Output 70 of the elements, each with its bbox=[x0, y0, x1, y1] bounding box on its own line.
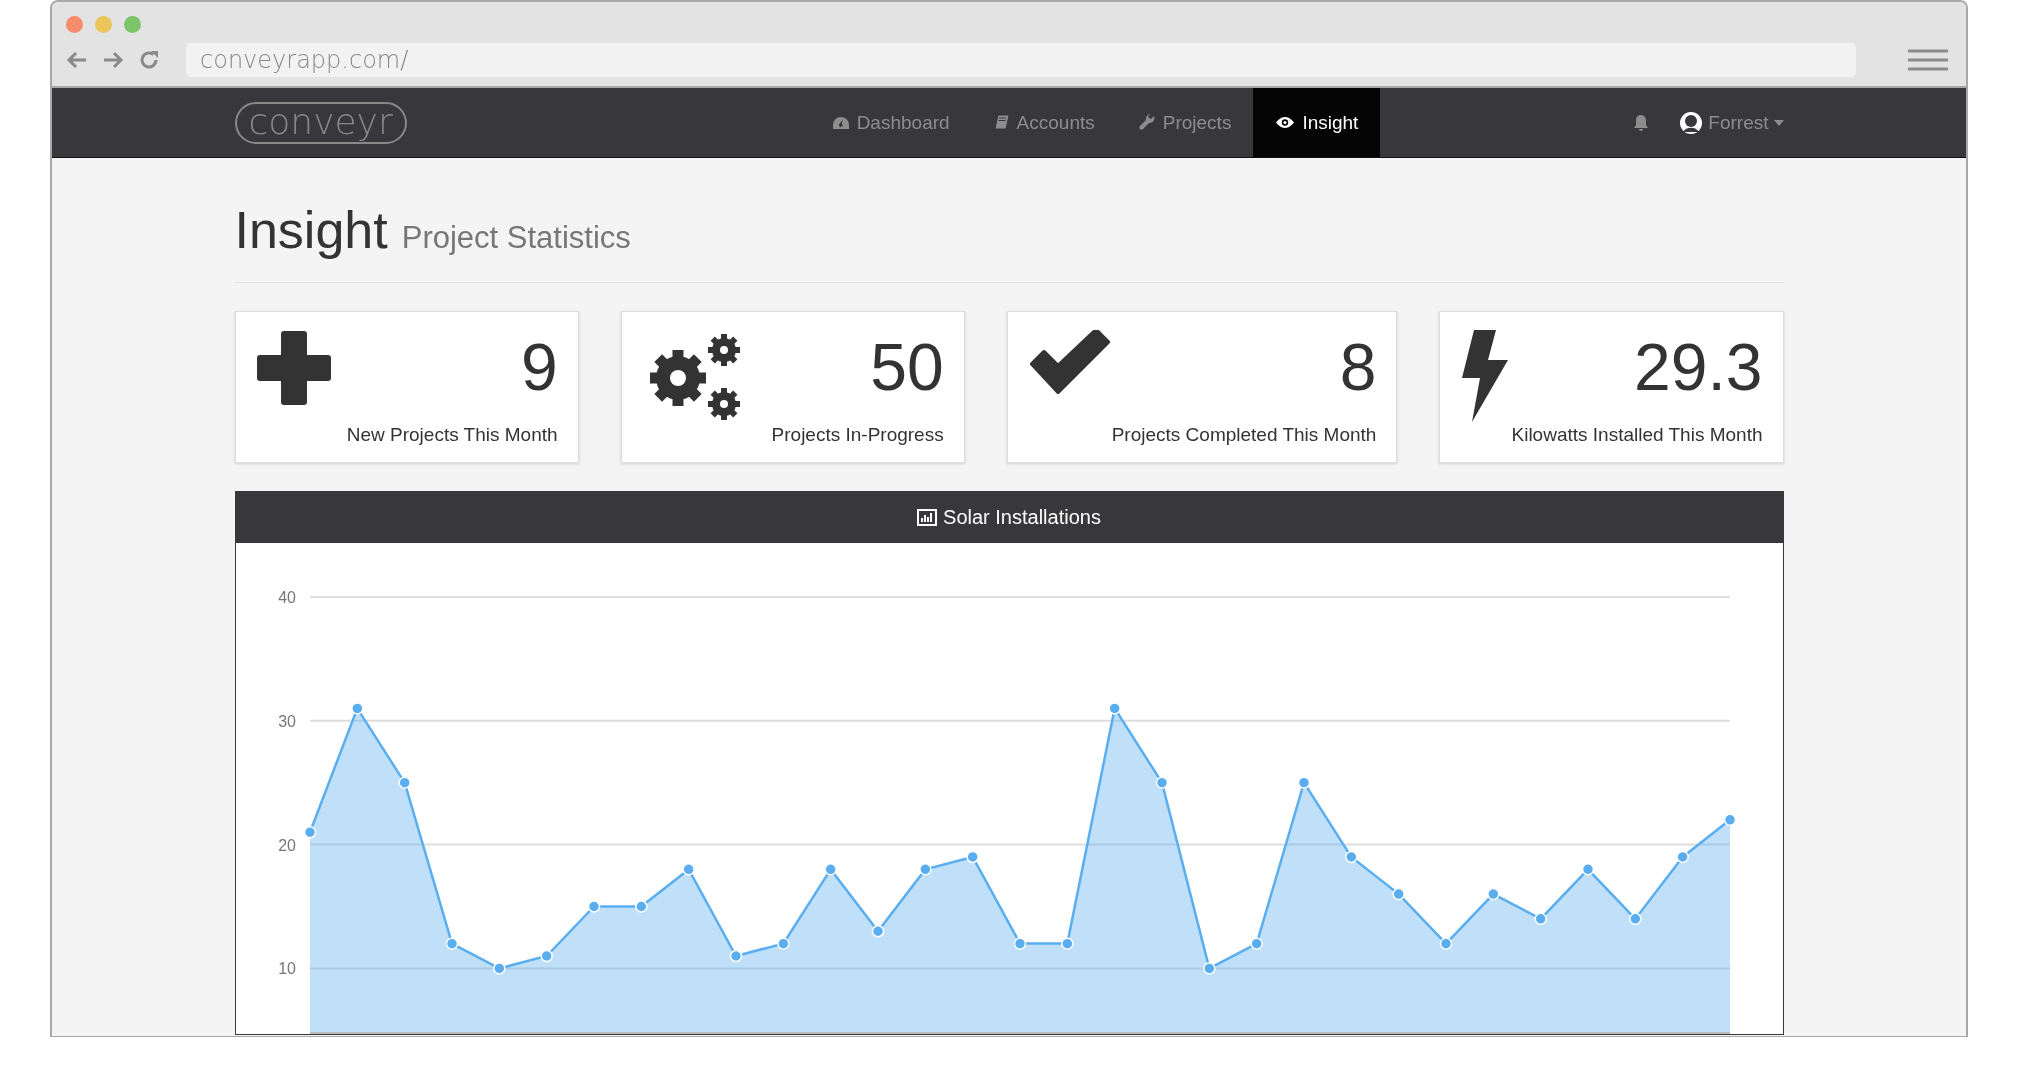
page-subtitle: Project Statistics bbox=[401, 220, 631, 256]
stat-label: Projects Completed This Month bbox=[1111, 424, 1377, 446]
data-point bbox=[681, 863, 695, 876]
data-point bbox=[1107, 702, 1121, 715]
data-point bbox=[1723, 813, 1736, 827]
data-point bbox=[1533, 912, 1547, 926]
data-point bbox=[1439, 937, 1452, 950]
stat-value: 29.3 bbox=[1634, 330, 1763, 404]
data-point bbox=[871, 925, 884, 938]
user-avatar-icon bbox=[1679, 110, 1704, 135]
data-point bbox=[1249, 937, 1263, 950]
gauge-icon bbox=[831, 114, 850, 131]
close-window-button[interactable] bbox=[66, 16, 83, 33]
data-point bbox=[587, 900, 600, 913]
y-axis-label: 40 bbox=[277, 589, 296, 606]
data-point bbox=[1297, 776, 1310, 789]
wrench-icon bbox=[1138, 114, 1156, 131]
data-point bbox=[1060, 937, 1074, 950]
data-point bbox=[1013, 937, 1026, 950]
data-point bbox=[776, 937, 790, 950]
data-point bbox=[1202, 962, 1216, 975]
data-point bbox=[397, 776, 411, 789]
data-point bbox=[539, 949, 553, 963]
stat-value: 50 bbox=[870, 330, 944, 404]
nav-tab[interactable]: Accounts bbox=[971, 88, 1117, 157]
stat-label: Projects In-Progress bbox=[771, 424, 944, 446]
data-point bbox=[1344, 850, 1358, 864]
stat-label: New Projects This Month bbox=[346, 424, 558, 446]
bar-chart-icon bbox=[917, 509, 938, 526]
checkmark-icon bbox=[1027, 330, 1112, 396]
y-axis-label: 10 bbox=[277, 960, 296, 978]
reload-icon[interactable] bbox=[138, 49, 160, 71]
maximize-window-button[interactable] bbox=[124, 16, 141, 33]
back-icon[interactable] bbox=[66, 51, 88, 69]
page-title: Insight bbox=[234, 200, 388, 260]
y-axis-label: 20 bbox=[277, 836, 296, 854]
data-point bbox=[445, 937, 458, 950]
data-point bbox=[1628, 912, 1642, 926]
menu-icon[interactable] bbox=[1908, 49, 1948, 71]
logo[interactable]: conveyr bbox=[234, 101, 407, 144]
data-point bbox=[1155, 776, 1168, 789]
data-point bbox=[1486, 887, 1500, 901]
data-point bbox=[823, 863, 837, 876]
nav-tab[interactable]: Dashboard bbox=[809, 88, 972, 157]
lightning-bolt-icon bbox=[1460, 330, 1511, 422]
y-axis-label: 30 bbox=[277, 712, 296, 730]
data-point bbox=[634, 900, 648, 913]
stat-value: 8 bbox=[1339, 330, 1377, 404]
nav-tab[interactable]: Projects bbox=[1116, 88, 1254, 157]
data-point bbox=[1581, 863, 1594, 876]
eye-icon bbox=[1275, 116, 1296, 129]
data-point bbox=[350, 702, 364, 715]
stat-value: 9 bbox=[520, 330, 558, 404]
data-point bbox=[1391, 887, 1405, 901]
data-point bbox=[729, 949, 742, 963]
stat-label: Kilowatts Installed This Month bbox=[1511, 424, 1763, 446]
bell-icon[interactable] bbox=[1633, 113, 1650, 132]
forward-icon[interactable] bbox=[102, 51, 124, 69]
data-point bbox=[303, 825, 316, 839]
user-menu[interactable]: Forrest bbox=[1679, 110, 1784, 135]
data-point bbox=[492, 962, 506, 975]
data-point bbox=[965, 850, 979, 864]
address-bar[interactable]: conveyrapp.com/ bbox=[186, 43, 1856, 77]
data-point bbox=[1675, 850, 1689, 864]
nav-tab[interactable]: Insight bbox=[1253, 88, 1381, 157]
chart-title: Solar Installations bbox=[943, 506, 1101, 529]
book-icon bbox=[993, 114, 1010, 131]
data-point bbox=[918, 863, 932, 876]
plus-icon bbox=[255, 330, 332, 406]
caret-icon bbox=[1773, 119, 1784, 126]
